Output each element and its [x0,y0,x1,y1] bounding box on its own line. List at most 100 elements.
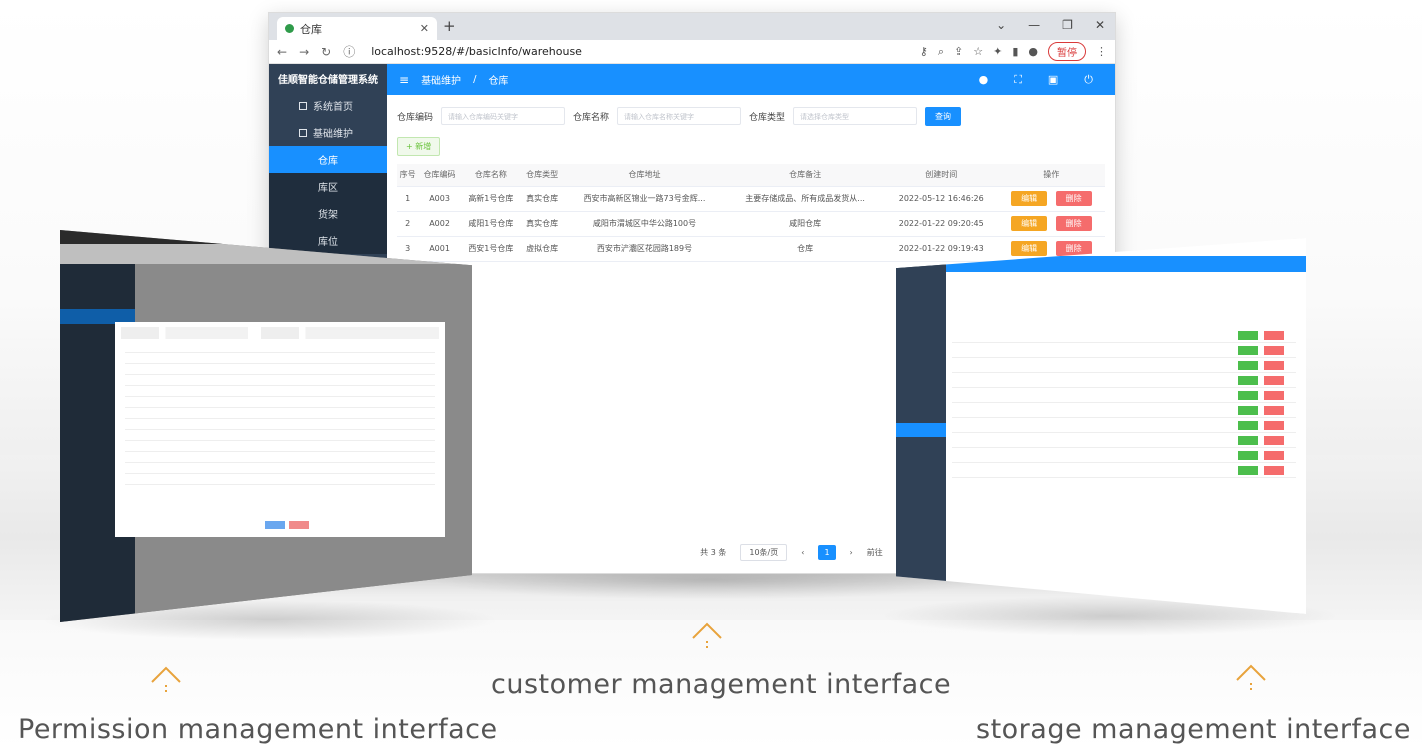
edit-button[interactable] [1238,451,1258,460]
close-icon[interactable]: ✕ [1095,18,1105,32]
edit-button[interactable] [1238,346,1258,355]
edit-button[interactable]: 编辑 [1011,241,1048,256]
sidebar-item-home[interactable]: 系统首页 [269,92,387,119]
table-row: 2 A002 咸阳1号仓库 真实仓库 咸阳市渭城区中华公路100号 咸阳仓库 2… [397,211,1105,237]
sidebar-subitem-shelf[interactable]: 货架 [269,200,387,227]
left-cancel-button[interactable] [289,521,309,529]
fullscreen-icon[interactable]: ⛶ [1014,73,1022,87]
query-button[interactable]: 查询 [925,106,962,126]
window-controls: ⌄ — ❐ ✕ [996,18,1105,32]
delete-button[interactable] [1264,466,1284,475]
table-header: 序号 [397,164,419,187]
delete-button[interactable] [1264,361,1284,370]
right-sidebar-item[interactable] [896,393,946,407]
right-sidebar-item[interactable] [896,438,946,452]
table-header: 仓库类型 [520,164,564,187]
edit-button[interactable] [1238,361,1258,370]
table-cell: 高新1号仓库 [460,186,521,212]
caption-customer: customer management interface [491,669,952,700]
delete-button[interactable] [1264,406,1284,415]
table-cell: 真实仓库 [520,186,564,212]
key-icon[interactable]: ⚷ [920,45,928,58]
right-sidebar-item[interactable] [896,453,946,467]
delete-button[interactable] [1264,451,1284,460]
next-page-icon[interactable]: › [850,548,853,557]
restore-icon[interactable]: ❐ [1062,18,1073,32]
browser-tab[interactable]: 仓库 ✕ [277,17,437,40]
zoom-icon[interactable]: ⌕ [938,45,944,59]
chevron-up-icon [692,622,722,648]
left-confirm-button[interactable] [265,521,285,529]
left-modal-table [115,344,445,485]
page-size-select[interactable]: 10条/页 [740,544,788,561]
delete-button[interactable] [1264,331,1284,340]
edit-button[interactable] [1238,376,1258,385]
add-button[interactable]: + 新增 [397,137,441,156]
right-sidebar-item[interactable] [896,333,946,347]
left-sidebar-item[interactable] [60,264,135,279]
favicon-icon [285,24,294,33]
type-select[interactable]: 请选择仓库类型 [793,107,918,125]
prev-page-icon[interactable]: ‹ [801,548,804,557]
code-input[interactable]: 请输入仓库编码关键字 [441,107,566,125]
extensions-icon[interactable]: ✦ [993,45,1002,58]
profile-icon[interactable]: ● [1028,45,1038,58]
back-icon[interactable]: ← [277,45,287,59]
right-sidebar-item-active[interactable] [896,423,946,437]
star-icon[interactable]: ☆ [973,45,983,58]
reload-icon[interactable]: ↻ [321,45,331,59]
sidebar-subitem-zone[interactable]: 库区 [269,173,387,200]
edit-button[interactable]: 编辑 [1011,191,1048,206]
name-input[interactable]: 请输入仓库名称关键字 [617,107,742,125]
right-sidebar-item[interactable] [896,348,946,362]
chevron-down-icon[interactable]: ⌄ [996,18,1006,32]
forward-icon[interactable]: → [299,45,309,59]
new-tab-icon[interactable]: + [443,17,456,35]
edit-button[interactable]: 编辑 [1011,216,1048,231]
sidebar-item-basic[interactable]: 基础维护 [269,119,387,146]
page-button-active[interactable]: 1 [818,545,836,560]
left-sidebar-item[interactable] [60,279,135,294]
right-sidebar-item[interactable] [896,378,946,392]
layout-icon[interactable]: ▣ [1048,73,1058,87]
delete-button[interactable] [1264,376,1284,385]
right-sidebar-item[interactable] [896,288,946,302]
edit-button[interactable] [1238,466,1258,475]
delete-button[interactable]: 删除 [1055,241,1092,256]
delete-button[interactable]: 删除 [1055,216,1092,231]
edit-button[interactable] [1238,421,1258,430]
table-row [952,403,1296,418]
sidebar-subitem-warehouse[interactable]: 仓库 [269,146,387,173]
user-icon[interactable]: ● [979,73,989,87]
menu-icon[interactable]: ⋮ [1096,45,1107,58]
sidepanel-icon[interactable]: ▮ [1012,45,1018,58]
edit-button[interactable] [1238,331,1258,340]
minimize-icon[interactable]: — [1028,18,1040,32]
left-sidebar-item[interactable] [60,294,135,309]
edit-button[interactable] [1238,436,1258,445]
delete-button[interactable] [1264,421,1284,430]
power-icon[interactable]: ⏻ [1084,73,1093,87]
breadcrumb-separator: / [473,74,477,85]
table-cell: 咸阳1号仓库 [460,211,521,237]
url-field[interactable]: localhost:9528/#/basicInfo/warehouse [371,45,582,58]
right-sidebar-item[interactable] [896,408,946,422]
edit-button[interactable] [1238,406,1258,415]
table-cell: 西安市高新区锦业一路73号金辉... [563,186,726,212]
delete-button[interactable]: 删除 [1055,191,1092,206]
sidebar-item-label: 系统首页 [313,102,353,113]
breadcrumb-item[interactable]: 基础维护 [421,72,461,87]
share-icon[interactable]: ⇪ [954,45,963,58]
close-tab-icon[interactable]: ✕ [420,22,429,35]
edit-button[interactable] [1238,391,1258,400]
delete-button[interactable] [1264,346,1284,355]
delete-button[interactable] [1264,391,1284,400]
hamburger-icon[interactable]: ≡ [399,73,409,87]
right-sidebar-item[interactable] [896,363,946,377]
right-sidebar-item[interactable] [896,318,946,332]
info-icon[interactable]: ⓘ [343,43,355,60]
table-header: 仓库编码 [418,164,461,187]
right-sidebar-item[interactable] [896,303,946,317]
delete-button[interactable] [1264,436,1284,445]
pause-button[interactable]: 暂停 [1048,42,1086,61]
